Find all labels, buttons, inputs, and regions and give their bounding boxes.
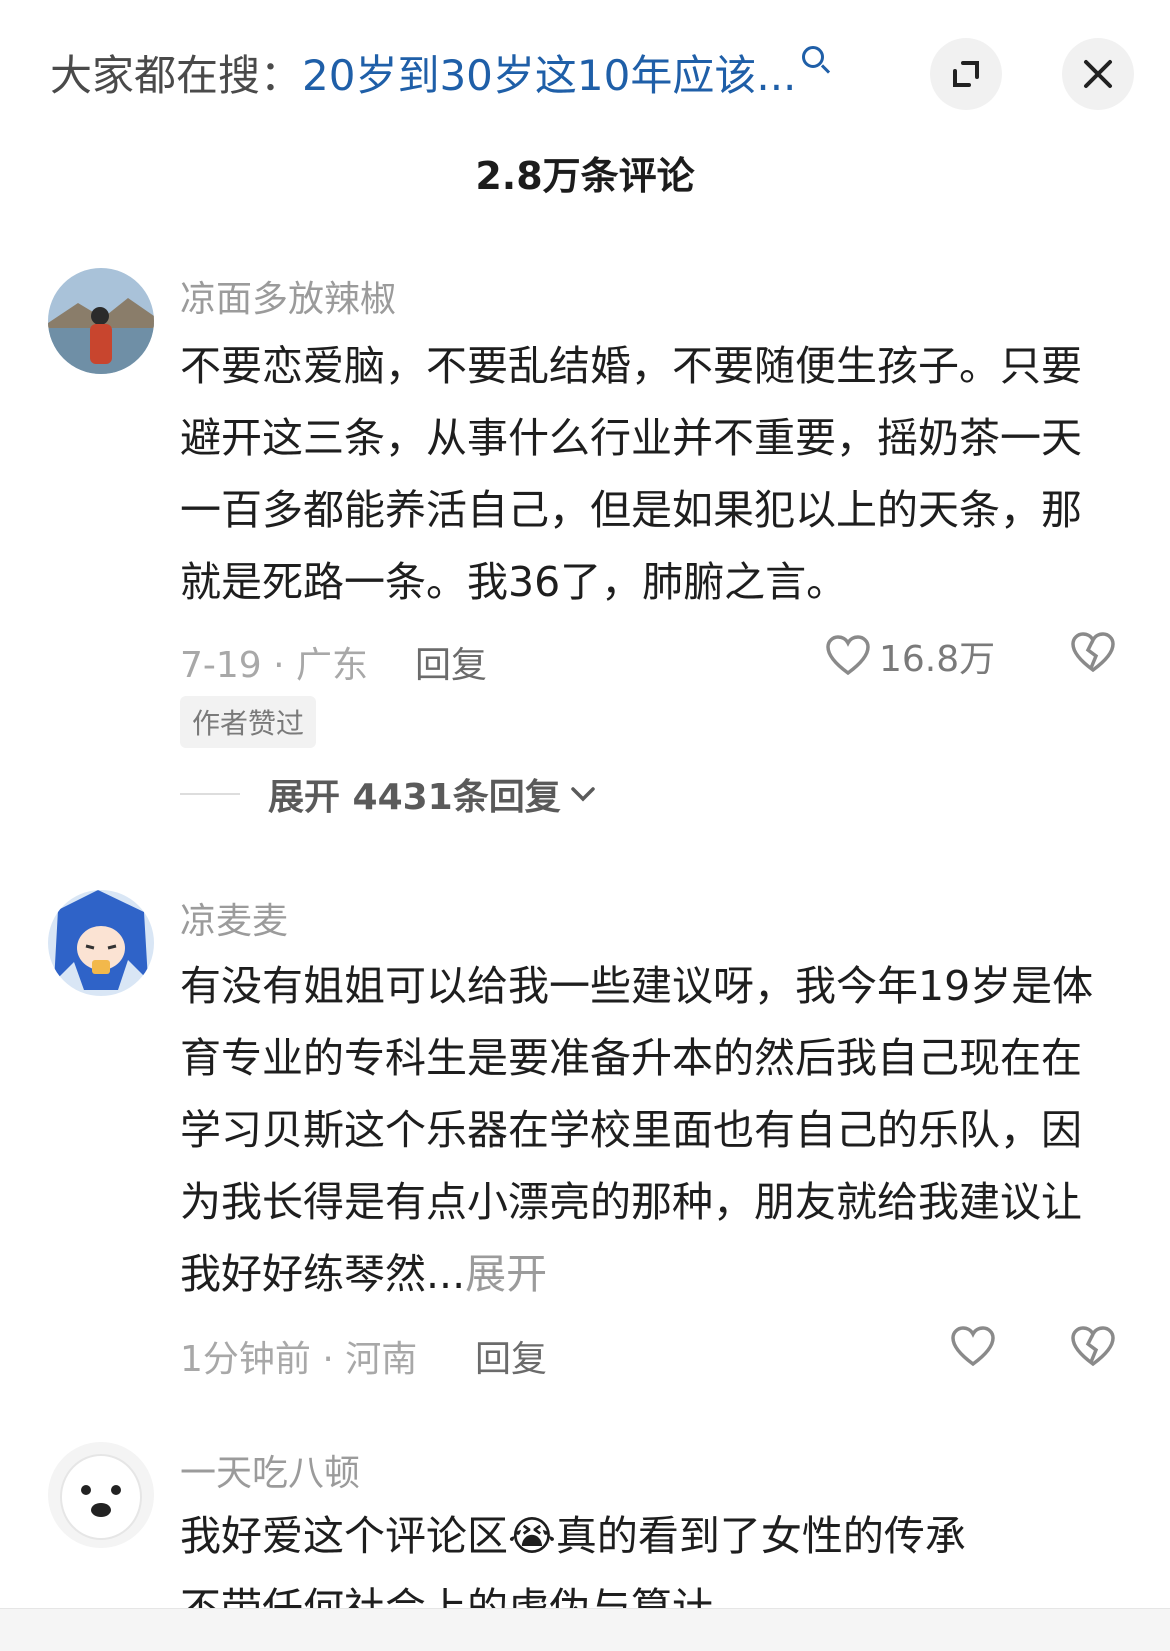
chevron-down-icon xyxy=(570,787,595,802)
heart-icon xyxy=(951,1326,995,1367)
like-count: 16.8万 xyxy=(879,639,996,680)
avatar-photo xyxy=(48,1442,154,1548)
search-suggestion[interactable]: 大家都在搜：20岁到30岁这10年应该... xyxy=(50,46,825,104)
top-bar: 大家都在搜：20岁到30岁这10年应该... xyxy=(0,0,1170,130)
comment-author-name[interactable]: 凉麦麦 xyxy=(180,892,288,944)
comment-meta: 1分钟前 · 河南 xyxy=(180,1339,418,1380)
comment-author-name[interactable]: 凉面多放辣椒 xyxy=(180,270,396,322)
bottom-input-area[interactable] xyxy=(0,1608,1170,1651)
expand-text-button[interactable]: 展开 xyxy=(465,1250,547,1298)
comment-meta: 7-19 · 广东 xyxy=(180,645,369,686)
avatar-photo xyxy=(48,890,154,996)
expand-replies-label: 展开 4431条回复 xyxy=(268,777,561,818)
comment-text-cutoff: 不带任何社会上的虚伪与算计 xyxy=(180,1572,1110,1608)
comment-text: 不要恋爱脑，不要乱结婚，不要随便生孩子。只要避开这三条，从事什么行业并不重要，摇… xyxy=(180,342,1082,606)
avatar[interactable] xyxy=(48,1442,154,1548)
close-button[interactable] xyxy=(1062,38,1134,110)
heart-icon xyxy=(826,635,870,676)
comment-text-second-line: 不带任何社会上的虚伪与算计 xyxy=(180,1584,713,1608)
reply-button[interactable]: 回复 xyxy=(475,1330,547,1382)
comment-text: 我好爱这个评论区😭真的看到了女性的传承 xyxy=(180,1512,966,1560)
comment-author-name[interactable]: 一天吃八顿 xyxy=(180,1444,360,1496)
comment-count-title: 2.8万条评论 xyxy=(475,154,695,198)
avatar[interactable] xyxy=(48,890,154,996)
avatar[interactable] xyxy=(48,268,154,374)
divider-line xyxy=(180,793,240,795)
expand-replies-button[interactable]: 展开 4431条回复 xyxy=(180,768,597,820)
fullscreen-button[interactable] xyxy=(930,38,1002,110)
search-query-link[interactable]: 20岁到30岁这10年应该... xyxy=(302,51,796,100)
close-icon xyxy=(1084,60,1112,88)
expand-icon xyxy=(953,61,979,87)
search-prefix: 大家都在搜： xyxy=(50,51,303,100)
avatar-photo xyxy=(48,268,154,374)
broken-heart-icon xyxy=(1071,1326,1115,1367)
author-liked-badge: 作者赞过 xyxy=(180,696,317,748)
comment-text: 有没有姐姐可以给我一些建议呀，我今年19岁是体育专业的专科生是要准备升本的然后我… xyxy=(180,950,1110,1310)
broken-heart-icon xyxy=(1071,632,1115,673)
like-button[interactable]: 16.8万 xyxy=(825,630,995,682)
search-icon xyxy=(802,46,825,68)
comment-body: 有没有姐姐可以给我一些建议呀，我今年19岁是体育专业的专科生是要准备升本的然后我… xyxy=(180,962,1094,1298)
like-button[interactable] xyxy=(950,1326,996,1368)
dislike-button[interactable] xyxy=(1070,632,1116,678)
reply-button[interactable]: 回复 xyxy=(415,636,487,688)
dislike-button[interactable] xyxy=(1070,1326,1116,1372)
